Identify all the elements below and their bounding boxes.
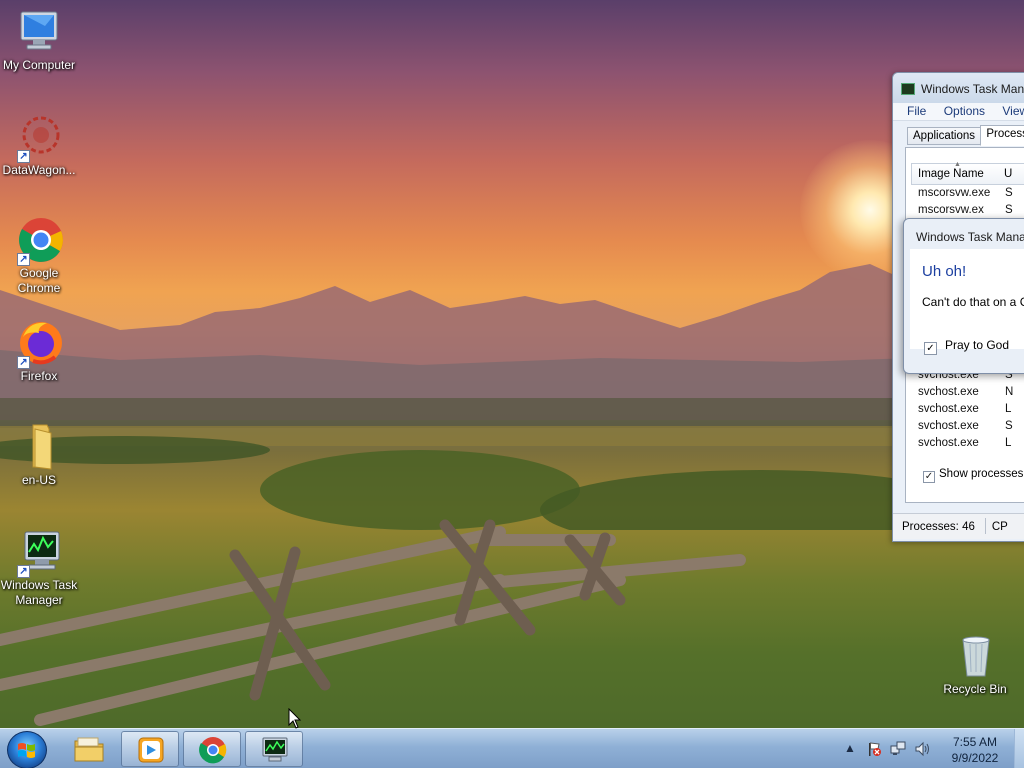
task-manager-icon — [262, 737, 288, 762]
start-button[interactable] — [7, 731, 47, 768]
taskbar-explorer-button[interactable] — [60, 731, 118, 767]
dialog-body: Uh oh! Can't do that on a C — [910, 249, 1024, 349]
process-name: mscorsvw.exe — [918, 187, 991, 199]
desktop-icon-label: Recycle Bin — [943, 682, 1007, 696]
desktop-icon-recycle-bin[interactable]: Recycle Bin — [933, 632, 1017, 697]
volume-icon[interactable] — [914, 741, 930, 757]
process-name: mscorsvw.ex — [918, 204, 984, 216]
desktop-icon-my-computer[interactable]: My Computer — [0, 8, 81, 73]
table-row[interactable]: svchost.exe S — [911, 418, 1024, 435]
menu-options[interactable]: Options — [944, 104, 985, 118]
table-row[interactable]: svchost.exe L — [911, 435, 1024, 452]
show-desktop-button[interactable] — [1014, 729, 1024, 768]
wallpaper-field — [0, 398, 1024, 530]
task-manager-icon: ↗ — [15, 528, 63, 578]
dialog-titlebar[interactable]: Windows Task Mana — [904, 219, 1024, 251]
folder-icon — [74, 737, 104, 762]
dialog-message: Can't do that on a C — [922, 295, 1024, 309]
media-player-icon — [138, 737, 164, 763]
tab-processes[interactable]: Processes — [980, 125, 1024, 146]
checkbox-checked-icon[interactable]: ✓ — [923, 471, 935, 483]
recycle-bin-icon — [951, 632, 999, 680]
action-center-flag-icon[interactable] — [866, 741, 882, 757]
status-separator — [984, 518, 986, 534]
table-row[interactable]: mscorsvw.ex S — [911, 202, 1024, 219]
process-name: svchost.exe — [918, 386, 979, 398]
desktop-icon-label: My Computer — [2, 58, 76, 72]
dialog-heading: Uh oh! — [922, 263, 967, 280]
sort-arrow-icon: ▲ — [954, 161, 961, 168]
desktop-icon-firefox[interactable]: ↗ Firefox — [0, 319, 81, 384]
shortcut-arrow-icon: ↗ — [17, 356, 30, 369]
process-user: L — [1005, 403, 1012, 415]
column-header-image-name[interactable]: ▲ Image Name U — [911, 161, 1024, 185]
windows-logo-icon — [18, 743, 35, 758]
pray-to-god-checkbox[interactable]: ✓ Pray to God — [924, 338, 1009, 355]
status-cpu: CP — [991, 521, 1008, 533]
task-manager-icon — [901, 83, 915, 95]
checkbox-checked-icon[interactable]: ✓ — [924, 342, 937, 355]
dialog-title: Windows Task Mana — [916, 230, 1024, 244]
desktop-icon-label: en-US — [21, 473, 56, 487]
show-all-label: Show processes f — [939, 468, 1024, 480]
task-manager-titlebar[interactable]: Windows Task Manager — [893, 73, 1024, 103]
desktop-icon-label: Firefox — [20, 369, 58, 383]
show-hidden-icons-chevron-icon[interactable]: ▲ — [842, 741, 858, 757]
chrome-icon — [199, 737, 227, 764]
shortcut-arrow-icon: ↗ — [17, 150, 30, 163]
process-user: S — [1005, 187, 1013, 199]
network-icon[interactable] — [890, 741, 906, 757]
error-dialog[interactable]: Windows Task Mana Uh oh! Can't do that o… — [903, 218, 1024, 374]
process-user: L — [1005, 437, 1012, 449]
clock-time: 7:55 AM — [952, 735, 998, 749]
tab-applications[interactable]: Applications — [907, 127, 982, 145]
shortcut-arrow-icon: ↗ — [17, 253, 30, 266]
desktop-icon-windows-task-manager[interactable]: ↗ Windows Task Manager — [0, 528, 81, 608]
status-bar: Processes: 46 CP — [893, 513, 1024, 539]
desktop-icon-label: Google Chrome — [17, 266, 61, 295]
status-processes: Processes: 46 — [902, 521, 975, 533]
process-name: svchost.exe — [918, 420, 979, 432]
folder-icon — [15, 423, 63, 471]
column-header-user[interactable]: U — [1004, 168, 1012, 180]
process-user: S — [1005, 420, 1013, 432]
table-row[interactable]: svchost.exe L — [911, 401, 1024, 418]
taskbar-chrome-button[interactable] — [183, 731, 241, 767]
desktop-icon-datawagon[interactable]: ↗ DataWagon... — [0, 113, 81, 178]
chrome-icon: ↗ — [15, 216, 63, 266]
shortcut-arrow-icon: ↗ — [17, 565, 30, 578]
clock-date: 9/9/2022 — [951, 751, 999, 765]
table-row[interactable]: mscorsvw.exe S — [911, 185, 1024, 202]
mouse-cursor-icon — [288, 708, 302, 729]
window-title: Windows Task Manager — [921, 82, 1024, 96]
process-user: N — [1005, 386, 1014, 398]
computer-icon — [15, 8, 63, 56]
process-user: S — [1005, 204, 1013, 216]
wallpaper-fence — [0, 519, 746, 726]
column-header-label: Image Name — [918, 168, 984, 180]
desktop-icon-label: DataWagon... — [2, 163, 76, 177]
desktop-icon-google-chrome[interactable]: ↗ Google Chrome — [0, 216, 81, 296]
process-name: svchost.exe — [918, 437, 979, 449]
taskbar: ▲ 7:55 AM 9/9/2022 — [0, 728, 1024, 768]
tab-strip: Applications Processes — [893, 121, 1024, 147]
taskbar-task-manager-button[interactable] — [245, 731, 303, 767]
show-all-processes-checkbox[interactable]: ✓ Show processes f — [923, 468, 1024, 483]
table-row[interactable]: svchost.exe N — [911, 384, 1024, 401]
datawagon-icon: ↗ — [15, 113, 63, 163]
menu-file[interactable]: File — [907, 104, 926, 118]
desktop-icon-label: Windows Task Manager — [0, 578, 78, 607]
menu-view[interactable]: View — [1002, 104, 1024, 118]
desktop-icon-en-us[interactable]: en-US — [0, 423, 81, 488]
clock[interactable]: 7:55 AM 9/9/2022 — [936, 734, 1014, 766]
desktop-wallpaper — [0, 0, 1024, 728]
checkbox-label: Pray to God — [945, 338, 1010, 352]
firefox-icon: ↗ — [15, 319, 63, 369]
process-name: svchost.exe — [918, 403, 979, 415]
menu-bar: File Options View — [893, 103, 1024, 121]
taskbar-media-player-button[interactable] — [121, 731, 179, 767]
